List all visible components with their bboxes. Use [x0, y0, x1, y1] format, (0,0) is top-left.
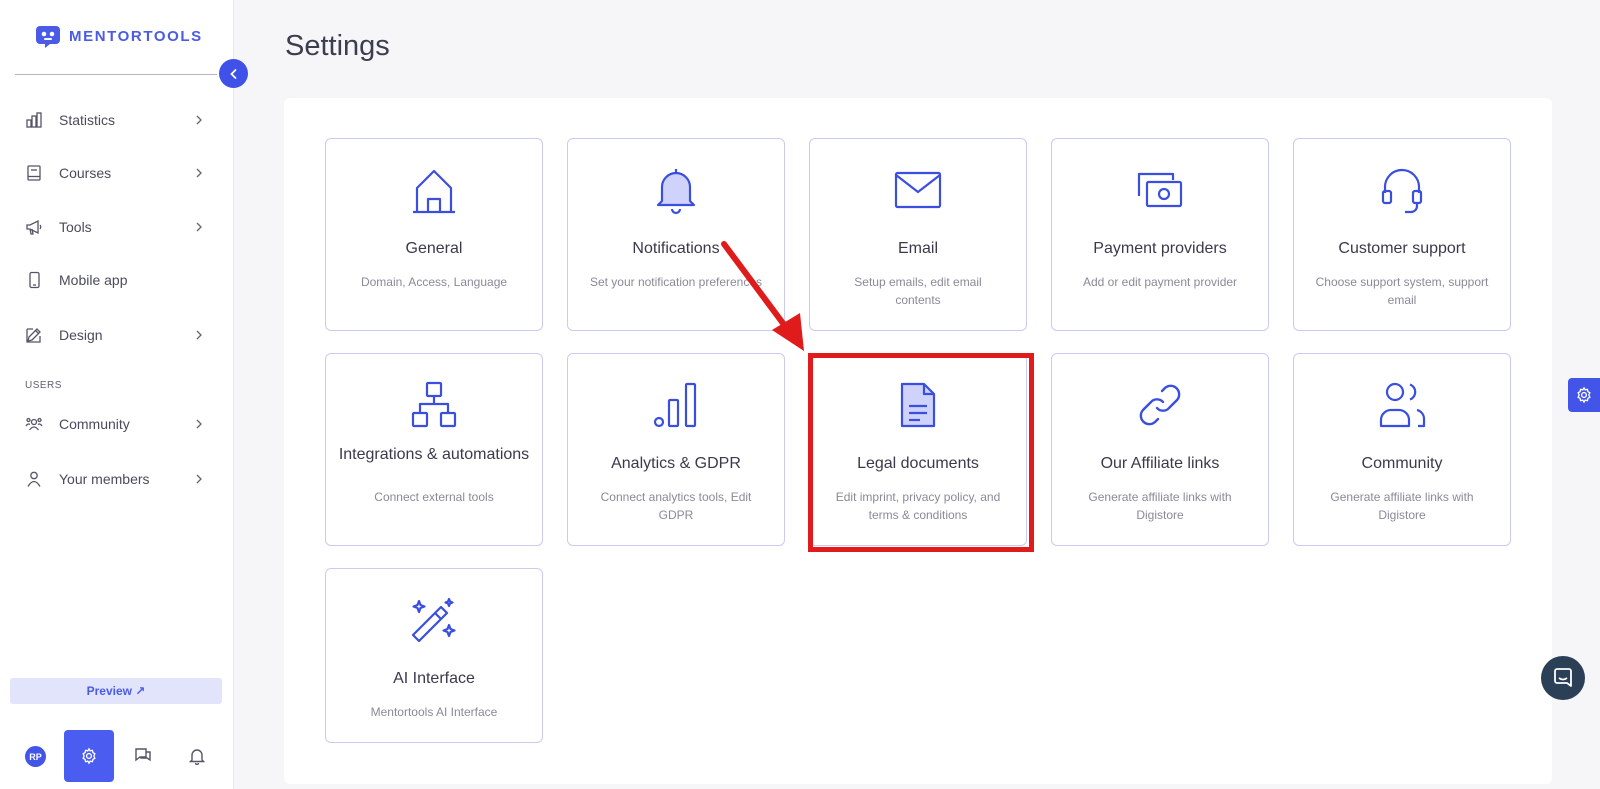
chevron-right-icon [193, 418, 205, 430]
book-icon [25, 164, 43, 182]
card-affiliate-links[interactable]: Our Affiliate links Generate affiliate l… [1051, 353, 1269, 546]
sidebar: MENTORTOOLS Statistics Courses Tools Mob… [0, 0, 248, 789]
sidebar-item-label: Courses [59, 165, 112, 181]
card-notifications[interactable]: Notifications Set your notification pref… [567, 138, 785, 331]
brand-logo[interactable]: MENTORTOOLS [34, 22, 203, 50]
analytics-icon [568, 380, 784, 430]
notifications-button[interactable] [186, 745, 208, 767]
sidebar-item-statistics[interactable]: Statistics [0, 100, 234, 140]
card-integrations-automations[interactable]: Integrations & automations Connect exter… [325, 353, 543, 546]
card-community[interactable]: Community Generate affiliate links with … [1293, 353, 1511, 546]
card-description: Add or edit payment provider [1082, 275, 1238, 289]
sidebar-item-label: Community [59, 416, 130, 432]
sidebar-item-label: Tools [59, 219, 92, 235]
settings-button[interactable] [64, 730, 114, 782]
sidebar-item-tools[interactable]: Tools [0, 207, 234, 247]
card-description: Set your notification preferences [589, 275, 763, 289]
chevron-right-icon [193, 114, 205, 126]
card-title: Analytics & GDPR [611, 455, 741, 472]
chat-bubble-icon [1552, 667, 1574, 689]
chevron-right-icon [193, 329, 205, 341]
chevron-right-icon [193, 167, 205, 179]
card-title: AI Interface [393, 670, 475, 687]
card-title: General [405, 240, 463, 257]
gear-icon [1575, 386, 1593, 404]
gear-icon [80, 747, 98, 765]
preview-button[interactable]: Preview ↗ [10, 678, 222, 704]
chevron-right-icon [193, 473, 205, 485]
sidebar-item-design[interactable]: Design [0, 315, 234, 355]
card-description: Domain, Access, Language [360, 275, 508, 289]
card-analytics-gdpr[interactable]: Analytics & GDPR Connect analytics tools… [567, 353, 785, 546]
card-title: Customer support [1338, 240, 1466, 257]
support-chat-button[interactable] [1541, 656, 1585, 700]
card-description: Edit imprint, privacy policy, and terms … [835, 490, 1001, 522]
headset-icon [1294, 165, 1510, 215]
sidebar-item-label: Mobile app [59, 272, 128, 288]
pencil-icon [25, 326, 43, 344]
card-title: Payment providers [1093, 240, 1227, 257]
card-email[interactable]: Email Setup emails, edit email contents [809, 138, 1027, 331]
link-icon [1052, 380, 1268, 430]
bar-chart-icon [25, 111, 43, 129]
people-icon [25, 415, 43, 433]
sidebar-item-community[interactable]: Community [0, 404, 234, 444]
bell-icon [188, 747, 206, 765]
hierarchy-icon [326, 380, 542, 430]
card-description: Setup emails, edit email contents [854, 275, 982, 307]
robot-logo-icon [34, 22, 62, 50]
brand-name: MENTORTOOLS [69, 27, 203, 45]
home-icon [326, 165, 542, 215]
card-title: Our Affiliate links [1100, 455, 1220, 472]
card-title: Email [897, 240, 938, 257]
card-legal-documents[interactable]: Legal documents Edit imprint, privacy po… [809, 353, 1027, 546]
sidebar-item-courses[interactable]: Courses [0, 153, 234, 193]
avatar[interactable]: RP [25, 746, 46, 767]
card-description: Generate affiliate links with Digistore [1330, 490, 1474, 522]
document-icon [810, 380, 1026, 430]
bell-icon [568, 165, 784, 215]
card-customer-support[interactable]: Customer support Choose support system, … [1293, 138, 1511, 331]
card-payment-providers[interactable]: Payment providers Add or edit payment pr… [1051, 138, 1269, 331]
card-general[interactable]: General Domain, Access, Language [325, 138, 543, 331]
card-description: Connect analytics tools, Edit GDPR [600, 490, 752, 522]
messages-button[interactable] [132, 745, 154, 767]
phone-icon [25, 271, 43, 289]
card-description: Choose support system, support email [1315, 275, 1489, 307]
card-title: Integrations & automations [338, 446, 530, 463]
megaphone-icon [25, 218, 43, 236]
divider [15, 74, 217, 75]
chevron-right-icon [193, 221, 205, 233]
money-icon [1052, 165, 1268, 215]
card-ai-interface[interactable]: AI Interface Mentortools AI Interface [325, 568, 543, 743]
card-title: Legal documents [857, 455, 979, 472]
sidebar-item-mobile-app[interactable]: Mobile app [0, 260, 234, 300]
users-icon [1294, 380, 1510, 430]
page-title: Settings [285, 30, 390, 62]
floating-settings-button[interactable] [1568, 378, 1600, 412]
sidebar-section-users: USERS [25, 380, 62, 391]
envelope-icon [810, 165, 1026, 215]
sidebar-item-label: Design [59, 327, 103, 343]
card-title: Community [1361, 455, 1443, 472]
sidebar-bottom-bar: RP [0, 730, 234, 782]
card-title: Notifications [632, 240, 720, 257]
user-icon [25, 470, 43, 488]
sidebar-item-your-members[interactable]: Your members [0, 459, 234, 499]
sidebar-item-label: Statistics [59, 112, 116, 128]
sidebar-item-label: Your members [59, 471, 150, 487]
card-description: Mentortools AI Interface [370, 705, 498, 719]
magic-wand-icon [326, 595, 542, 645]
chat-icon [133, 746, 153, 766]
collapse-sidebar-button[interactable] [219, 59, 248, 88]
card-description: Connect external tools [374, 490, 494, 504]
card-description: Generate affiliate links with Digistore [1088, 490, 1232, 522]
chevron-left-icon [228, 68, 240, 80]
